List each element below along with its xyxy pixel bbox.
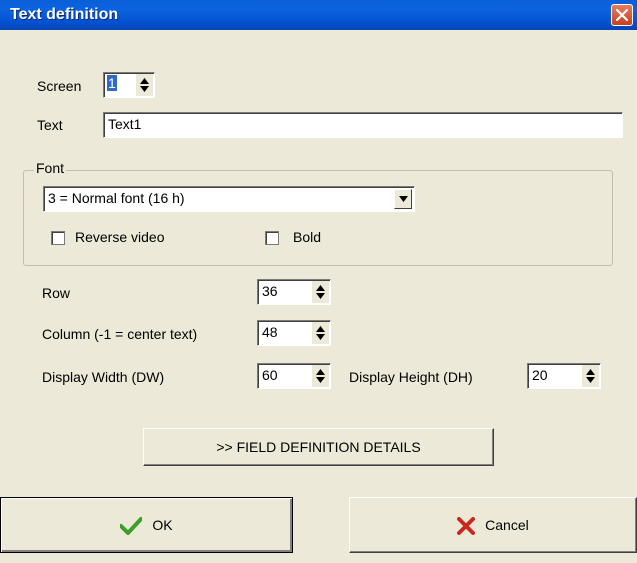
screen-spinbox[interactable]: 1 (103, 72, 155, 98)
display-width-spin-down[interactable] (312, 376, 329, 387)
display-width-spin-buttons (312, 365, 329, 387)
close-button[interactable] (611, 4, 633, 26)
column-label: Column (-1 = center text) (42, 326, 198, 342)
spin-down-icon (140, 86, 149, 92)
ok-label: OK (152, 517, 173, 533)
bold-label: Bold (293, 229, 322, 245)
row-spin-down[interactable] (312, 292, 329, 303)
spin-up-icon (586, 369, 595, 375)
screen-spin-buttons (136, 74, 153, 96)
display-height-spin-buttons (582, 365, 599, 387)
spin-down-icon (586, 377, 595, 383)
cancel-label: Cancel (485, 517, 529, 533)
display-width-value: 60 (262, 367, 278, 383)
font-selected-value: 3 = Normal font (16 h) (48, 190, 185, 206)
spin-down-icon (316, 377, 325, 383)
font-dropdown[interactable]: 3 = Normal font (16 h) (43, 186, 415, 212)
spin-up-icon (140, 78, 149, 84)
display-height-spin-down[interactable] (582, 376, 599, 387)
x-mark-icon (457, 517, 476, 536)
row-label: Row (42, 285, 71, 301)
screen-spin-up[interactable] (136, 74, 153, 85)
ok-button[interactable]: OK (0, 497, 293, 553)
font-groupbox (23, 170, 613, 266)
window-title: Text definition (10, 6, 119, 23)
display-height-spinbox[interactable]: 20 (527, 363, 601, 389)
column-spin-up[interactable] (312, 322, 329, 333)
column-spin-down[interactable] (312, 333, 329, 344)
row-spinbox[interactable]: 36 (257, 279, 331, 305)
text-value: Text1 (108, 116, 142, 132)
cancel-button[interactable]: Cancel (349, 497, 637, 553)
spin-up-icon (316, 369, 325, 375)
field-definition-details-button[interactable]: >> FIELD DEFINITION DETAILS (143, 428, 494, 466)
column-spinbox[interactable]: 48 (257, 320, 331, 346)
column-value: 48 (262, 324, 278, 340)
field-definition-details-label: >> FIELD DEFINITION DETAILS (216, 439, 421, 455)
spin-down-icon (316, 334, 325, 340)
spin-up-icon (316, 326, 325, 332)
close-icon (616, 9, 628, 21)
font-group-label: Font (34, 160, 67, 176)
title-bar: Text definition (0, 0, 637, 30)
text-input[interactable]: Text1 (103, 112, 623, 138)
reverse-video-checkbox[interactable] (51, 231, 65, 245)
column-spin-buttons (312, 322, 329, 344)
bold-checkbox[interactable] (265, 231, 279, 245)
screen-value: 1 (107, 75, 117, 91)
display-width-label: Display Width (DW) (42, 369, 165, 385)
display-width-spinbox[interactable]: 60 (257, 363, 331, 389)
row-spin-up[interactable] (312, 281, 329, 292)
font-dropdown-button[interactable] (394, 189, 412, 209)
display-width-spin-up[interactable] (312, 365, 329, 376)
display-height-value: 20 (532, 367, 548, 383)
screen-spin-down[interactable] (136, 85, 153, 96)
row-spin-buttons (312, 281, 329, 303)
spin-up-icon (316, 285, 325, 291)
screen-label: Screen (37, 78, 82, 94)
row-value: 36 (262, 283, 278, 299)
checkmark-icon (119, 517, 144, 536)
dropdown-arrow-icon (399, 196, 408, 202)
display-height-label: Display Height (DH) (349, 369, 473, 385)
display-height-spin-up[interactable] (582, 365, 599, 376)
spin-down-icon (316, 293, 325, 299)
text-label: Text (37, 117, 63, 133)
reverse-video-label: Reverse video (75, 229, 165, 245)
